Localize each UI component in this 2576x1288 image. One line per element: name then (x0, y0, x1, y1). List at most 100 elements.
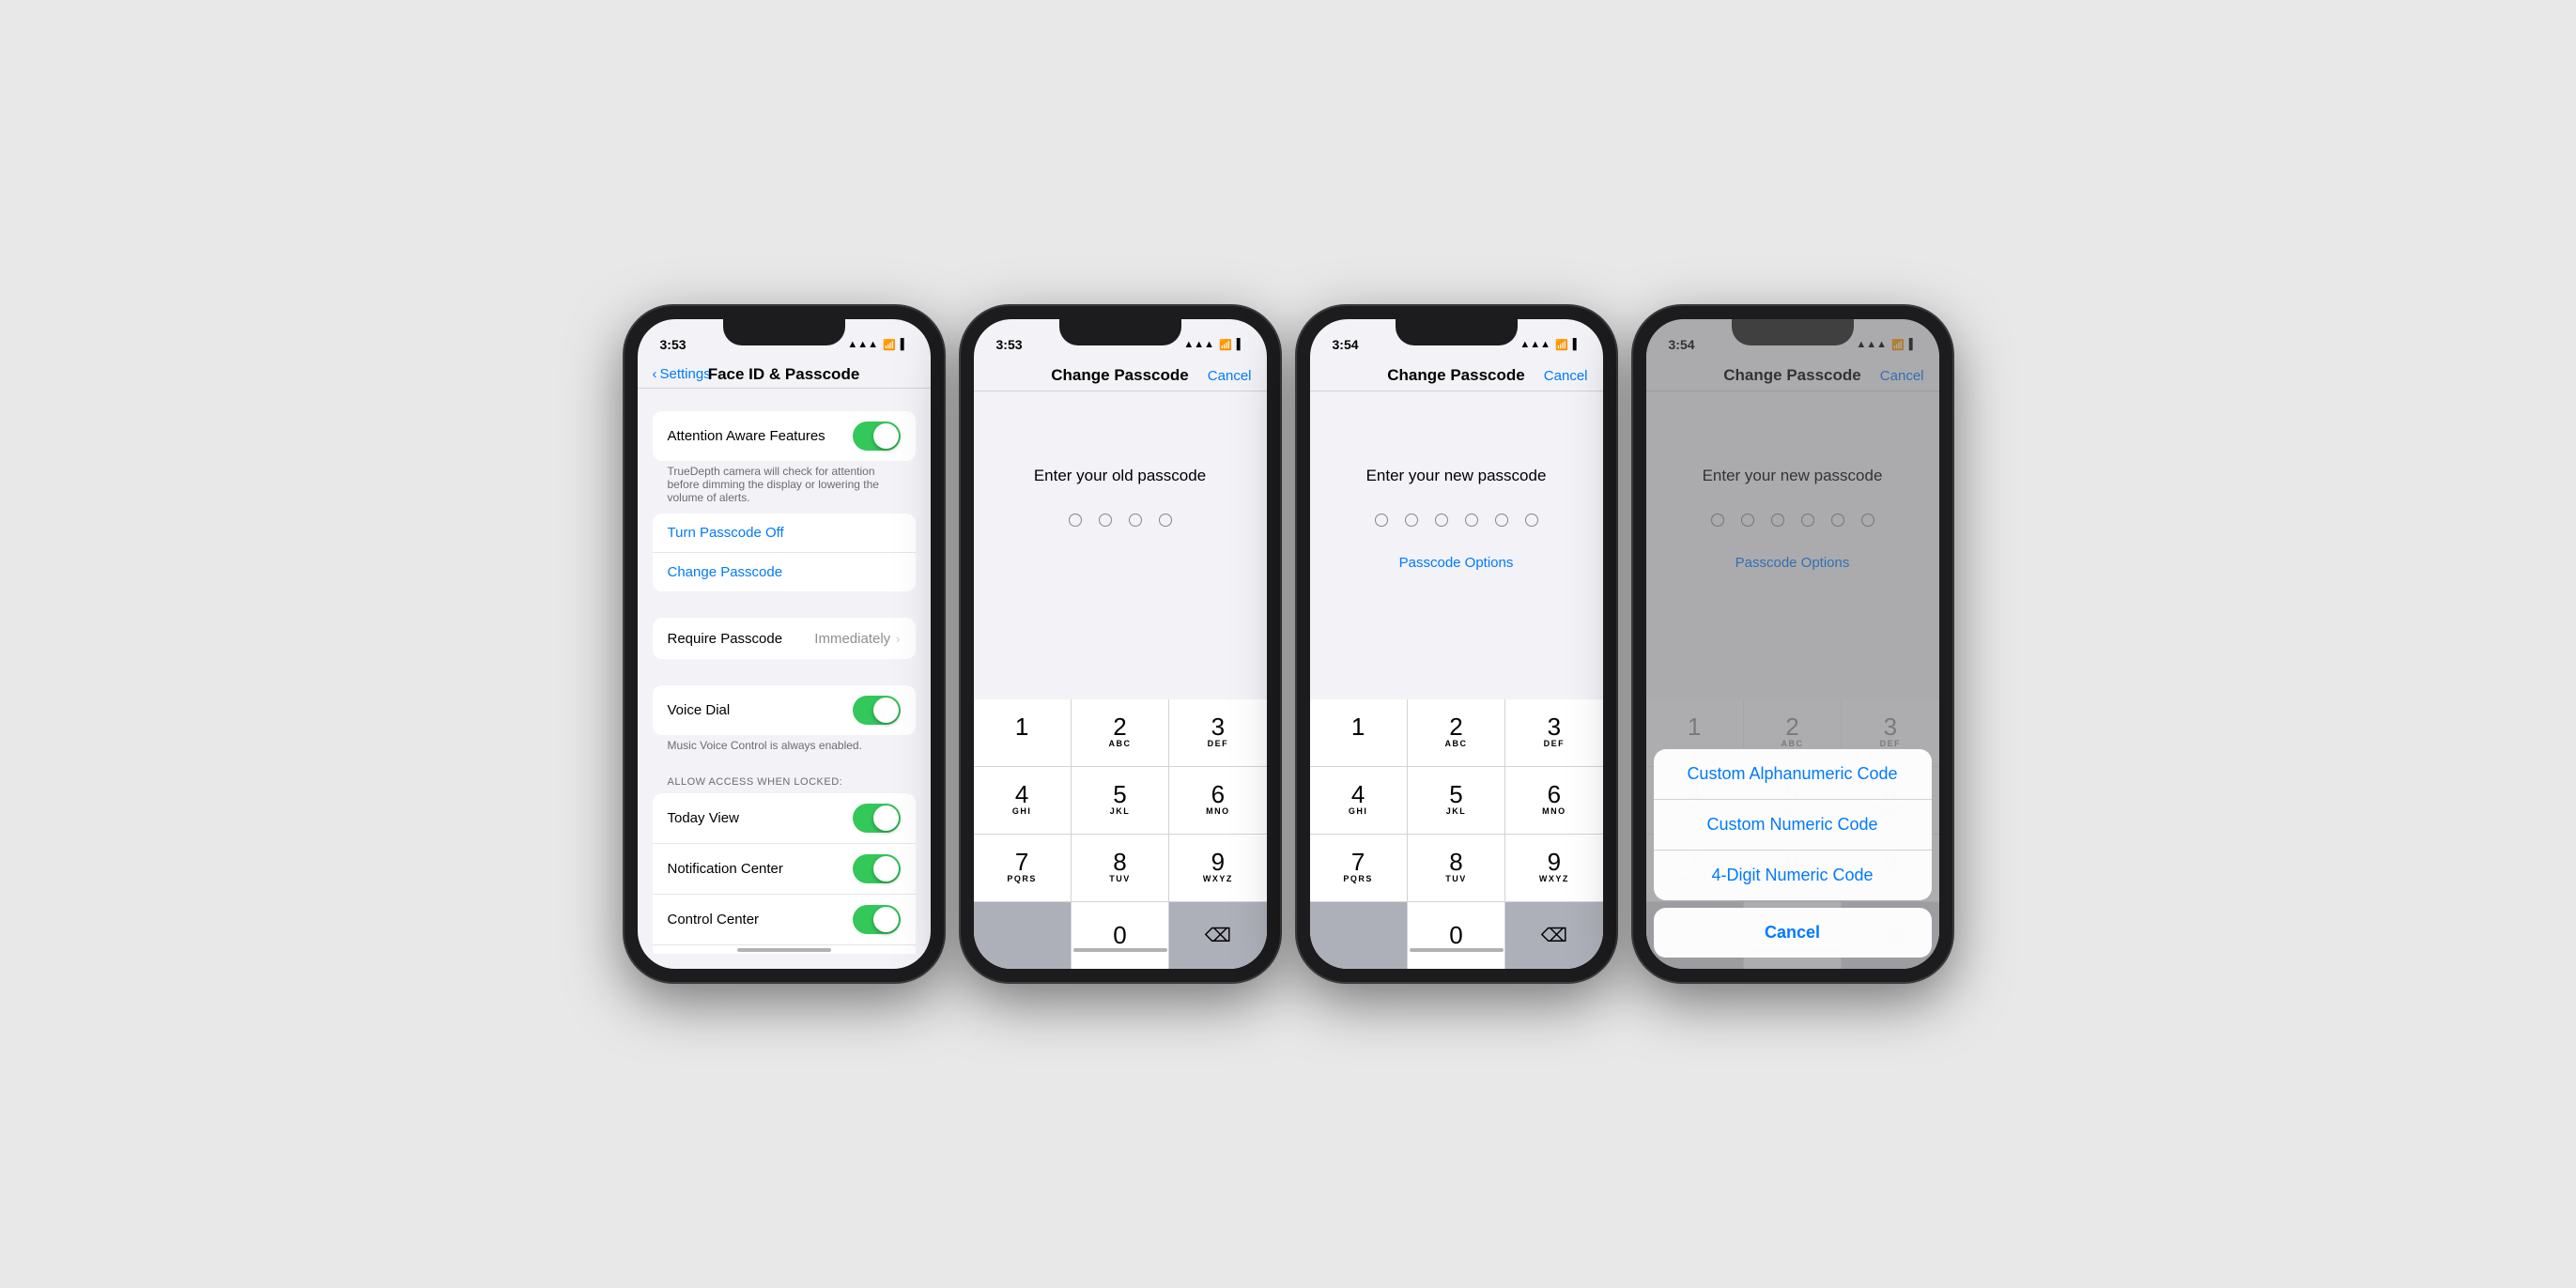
sheet-cancel-button[interactable]: Cancel (1654, 908, 1932, 958)
battery-icon-2: ▌ (1237, 339, 1244, 350)
key-8-3[interactable]: 8TUV (1408, 835, 1504, 901)
signal-icon-3: ▲▲▲ (1519, 339, 1550, 350)
key-3-3[interactable]: 3DEF (1505, 699, 1602, 766)
control-center-toggle[interactable] (853, 905, 901, 934)
today-view-label: Today View (668, 810, 853, 826)
key-4-3[interactable]: 4GHI (1310, 767, 1407, 834)
key-delete-3[interactable]: ⌫ (1505, 902, 1602, 969)
voice-group: Voice Dial (653, 685, 916, 735)
nav-title-3: Change Passcode (1381, 366, 1532, 385)
four-digit-option[interactable]: 4-Digit Numeric Code (1654, 851, 1932, 900)
status-time-1: 3:53 (660, 337, 686, 352)
attention-label: Attention Aware Features (668, 428, 853, 444)
require-label: Require Passcode (668, 631, 815, 647)
custom-numeric-option[interactable]: Custom Numeric Code (1654, 800, 1932, 851)
nav-bar-1: ‹ Settings Face ID & Passcode (638, 360, 931, 389)
phone-1-frame: 3:53 ▲▲▲ 📶 ▌ ‹ Settings Face ID & Passco… (625, 306, 944, 982)
dot-4 (1159, 514, 1172, 527)
passcode-new-screen: 3:54 ▲▲▲ 📶 ▌ Change Passcode Cancel Ente… (1310, 319, 1603, 969)
require-chevron-icon: › (896, 632, 900, 646)
key-6-2[interactable]: 6MNO (1169, 767, 1266, 834)
battery-icon-1: ▌ (901, 339, 908, 350)
status-time-3: 3:54 (1333, 337, 1359, 352)
key-1-2[interactable]: 1 (974, 699, 1071, 766)
key-0-3[interactable]: 0 (1408, 902, 1504, 969)
wifi-icon-3: 📶 (1555, 339, 1568, 351)
battery-icon-3: ▌ (1573, 339, 1581, 350)
status-icons-3: ▲▲▲ 📶 ▌ (1519, 339, 1580, 351)
attention-toggle[interactable] (853, 422, 901, 451)
notification-center-label: Notification Center (668, 861, 853, 877)
access-group: Today View Notification Center Control C… (653, 793, 916, 954)
today-view-toggle[interactable] (853, 804, 901, 833)
voice-toggle[interactable] (853, 696, 901, 725)
cancel-button-2[interactable]: Cancel (1195, 368, 1252, 384)
phone-3-screen: 3:54 ▲▲▲ 📶 ▌ Change Passcode Cancel Ente… (1310, 319, 1603, 969)
custom-alphanumeric-option[interactable]: Custom Alphanumeric Code (1654, 749, 1932, 800)
notification-center-toggle[interactable] (853, 854, 901, 883)
passcode-body-3: Enter your new passcode Passcode Options (1310, 391, 1603, 699)
require-row[interactable]: Require Passcode Immediately › (653, 618, 916, 659)
dot-3-5 (1495, 514, 1508, 527)
control-center-row: Control Center (653, 895, 916, 945)
phone-1-screen: 3:53 ▲▲▲ 📶 ▌ ‹ Settings Face ID & Passco… (638, 319, 931, 969)
dot-3-4 (1465, 514, 1478, 527)
phone-4-frame: 3:54 ▲▲▲ 📶 ▌ Change Passcode Cancel Ente… (1633, 306, 1952, 982)
key-0-2[interactable]: 0 (1072, 902, 1168, 969)
key-5-2[interactable]: 5JKL (1072, 767, 1168, 834)
key-2-2[interactable]: 2ABC (1072, 699, 1168, 766)
passcode-options-link-3[interactable]: Passcode Options (1310, 555, 1603, 586)
phone-2-frame: 3:53 ▲▲▲ 📶 ▌ Change Passcode Cancel Ente… (961, 306, 1280, 982)
phone-3-frame: 3:54 ▲▲▲ 📶 ▌ Change Passcode Cancel Ente… (1297, 306, 1616, 982)
attention-section: Attention Aware Features TrueDepth camer… (638, 411, 931, 514)
voice-desc: Music Voice Control is always enabled. (653, 735, 916, 761)
nav-title-2: Change Passcode (1045, 366, 1195, 385)
key-1-3[interactable]: 1 (1310, 699, 1407, 766)
passcode-dots-2 (974, 504, 1267, 555)
control-center-label: Control Center (668, 912, 853, 928)
notch-3 (1396, 319, 1518, 345)
key-2-3[interactable]: 2ABC (1408, 699, 1504, 766)
passcode-prompt-3: Enter your new passcode (1310, 429, 1603, 504)
chevron-back-icon-1: ‹ (653, 366, 657, 382)
dot-3-6 (1525, 514, 1538, 527)
dot-3 (1129, 514, 1142, 527)
attention-row: Attention Aware Features (653, 411, 916, 461)
change-passcode-link[interactable]: Change Passcode (653, 553, 916, 591)
key-4-2[interactable]: 4GHI (974, 767, 1071, 834)
dot-2 (1099, 514, 1112, 527)
voice-section: Voice Dial Music Voice Control is always… (638, 685, 931, 761)
back-button-1[interactable]: ‹ Settings (653, 366, 711, 382)
key-5-3[interactable]: 5JKL (1408, 767, 1504, 834)
dot-3-1 (1375, 514, 1388, 527)
dot-3-3 (1435, 514, 1448, 527)
home-indicator-1 (737, 948, 831, 952)
notification-center-row: Notification Center (653, 844, 916, 895)
signal-icon-2: ▲▲▲ (1183, 339, 1214, 350)
key-9-3[interactable]: 9WXYZ (1505, 835, 1602, 901)
phone-4-screen: 3:54 ▲▲▲ 📶 ▌ Change Passcode Cancel Ente… (1646, 319, 1939, 969)
key-delete-2[interactable]: ⌫ (1169, 902, 1266, 969)
phone-2-screen: 3:53 ▲▲▲ 📶 ▌ Change Passcode Cancel Ente… (974, 319, 1267, 969)
today-view-row: Today View (653, 793, 916, 844)
attention-group: Attention Aware Features (653, 411, 916, 461)
passcode-dots-3 (1310, 504, 1603, 555)
nav-bar-2: Change Passcode Cancel (974, 360, 1267, 391)
key-7-3[interactable]: 7PQRS (1310, 835, 1407, 901)
cancel-button-3[interactable]: Cancel (1532, 368, 1588, 384)
nav-bar-3: Change Passcode Cancel (1310, 360, 1603, 391)
action-sheet-overlay: Custom Alphanumeric Code Custom Numeric … (1646, 319, 1939, 969)
phones-container: 3:53 ▲▲▲ 📶 ▌ ‹ Settings Face ID & Passco… (625, 306, 1952, 982)
turn-passcode-off-link[interactable]: Turn Passcode Off (653, 514, 916, 553)
key-6-3[interactable]: 6MNO (1505, 767, 1602, 834)
voice-row: Voice Dial (653, 685, 916, 735)
key-3-2[interactable]: 3DEF (1169, 699, 1266, 766)
attention-desc: TrueDepth camera will check for attentio… (653, 461, 916, 514)
key-9-2[interactable]: 9WXYZ (1169, 835, 1266, 901)
key-7-2[interactable]: 7PQRS (974, 835, 1071, 901)
keypad-2: 1 2ABC 3DEF 4GHI 5JKL 6MNO 7PQRS 8TUV 9W… (974, 699, 1267, 970)
key-empty-2 (974, 902, 1071, 969)
key-8-2[interactable]: 8TUV (1072, 835, 1168, 901)
keypad-3: 1 2ABC 3DEF 4GHI 5JKL 6MNO 7PQRS 8TUV 9W… (1310, 699, 1603, 970)
passcode-prompt-2: Enter your old passcode (974, 429, 1267, 504)
